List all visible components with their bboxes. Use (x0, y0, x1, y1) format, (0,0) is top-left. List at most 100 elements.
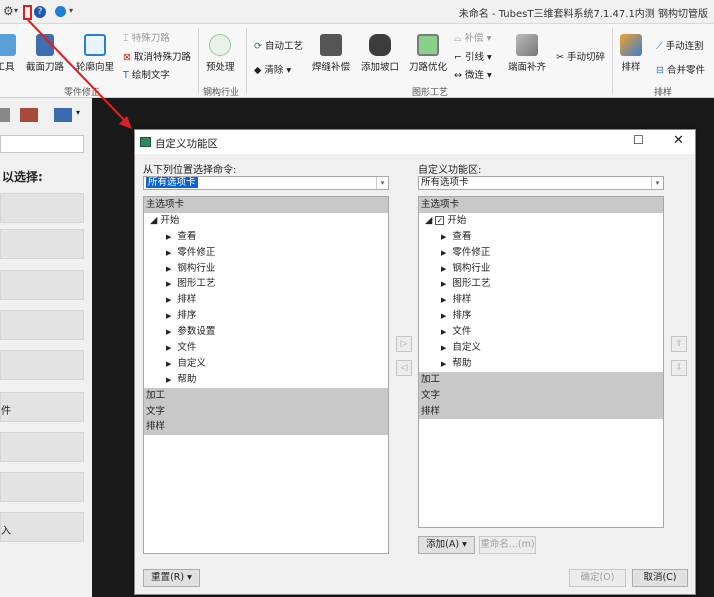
expand-icon[interactable]: ▶ (144, 376, 171, 384)
tree-header[interactable]: 排样 (419, 403, 663, 420)
tree-item[interactable]: ▶ 钢构行业 (144, 261, 388, 277)
nesting-button[interactable]: 排样 (620, 34, 642, 73)
left-command-tree[interactable]: 主选项卡 ◢ 开始 ▶ 查看 ▶ 零件修正 ▶ 钢构行业 ▶ 图形工艺 ▶ 排样 ▶ 排序 ▶ … (143, 196, 389, 554)
tree-item[interactable]: ▶ 自定义 (419, 340, 663, 356)
move-left-icon[interactable]: ◁ (396, 360, 412, 376)
compensate-button[interactable]: ⌓ 补偿 ▾ (454, 30, 491, 44)
tree-item[interactable]: ▶ 图形工艺 (419, 276, 663, 292)
maximize-icon[interactable]: ☐ (633, 133, 644, 147)
tree-item[interactable]: ▶ 文件 (419, 324, 663, 340)
path-optimize-button[interactable]: 刀路优化 (409, 34, 447, 73)
theme-dropdown-icon[interactable]: ▾ (69, 4, 73, 18)
brick-add-icon[interactable] (20, 108, 38, 122)
move-up-icon[interactable]: ⇧ (671, 336, 687, 352)
expand-icon[interactable]: ▶ (419, 328, 446, 336)
expand-icon[interactable]: ▶ (144, 296, 171, 304)
preprocess-button[interactable]: 预处理 (206, 34, 235, 73)
gear-icon[interactable]: ⚙ (3, 4, 14, 18)
theme-circle-icon[interactable] (55, 6, 66, 17)
collapse-icon[interactable]: ◢ (419, 215, 432, 226)
reset-button[interactable]: 重置(R) ▾ (143, 569, 200, 587)
tree-header[interactable]: 加工 (419, 371, 663, 388)
tree-header[interactable]: 文字 (144, 403, 388, 420)
cancel-special-path-button[interactable]: ⊠ 取消特殊刀路 (123, 49, 191, 63)
special-path-button[interactable]: ⌶ 特殊刀路 (123, 30, 170, 44)
left-panel-item[interactable] (0, 229, 84, 259)
tree-item[interactable]: ▶ 查看 (419, 229, 663, 245)
collapse-icon[interactable]: ◢ (144, 215, 157, 226)
expand-icon[interactable]: ▶ (419, 280, 446, 288)
clear-button[interactable]: ◆ 清除 ▾ (254, 62, 291, 76)
tree-item[interactable]: ▶ 参数设置 (144, 324, 388, 340)
tree-header[interactable]: 加工 (144, 387, 388, 404)
section-path-button[interactable]: 截面刀路 (26, 34, 64, 73)
left-source-combo[interactable]: 所有选项卡 ▾ (143, 176, 389, 190)
lead-line-button[interactable]: ⌐ 引线 ▾ (454, 49, 492, 63)
manual-bridge-button[interactable]: ⟋ 手动连割 (656, 38, 704, 52)
left-panel-item[interactable] (0, 472, 84, 502)
manual-cut-button[interactable]: ✂ 手动切碎 (556, 49, 605, 63)
chevron-down-icon[interactable]: ▾ (651, 177, 663, 189)
add-notch-button[interactable]: 添加坡口 (361, 34, 399, 73)
left-panel-item[interactable]: 件 (0, 392, 84, 422)
expand-icon[interactable]: ▶ (144, 233, 171, 241)
expand-icon[interactable]: ▶ (144, 360, 171, 368)
expand-icon[interactable]: ▶ (419, 265, 446, 273)
weld-compensate-button[interactable]: 焊缝补偿 (312, 34, 350, 73)
expand-icon[interactable]: ▶ (419, 233, 446, 241)
rename-button[interactable]: 重命名...(m) (479, 536, 536, 554)
chevron-down-icon[interactable]: ▾ (376, 177, 388, 189)
expand-icon[interactable]: ▶ (419, 360, 446, 368)
tree-item[interactable]: ▶ 帮助 (419, 356, 663, 372)
left-panel-item[interactable]: 入 (0, 512, 84, 542)
expand-icon[interactable]: ▶ (419, 344, 446, 352)
tree-item[interactable]: ▶ 图形工艺 (144, 276, 388, 292)
left-panel-item[interactable] (0, 310, 84, 340)
tree-header[interactable]: 文字 (419, 387, 663, 404)
help-icon[interactable]: ? (34, 6, 46, 18)
merge-parts-button[interactable]: ⊟ 合并零件 (656, 62, 705, 76)
tree-item[interactable]: ▶ 排样 (144, 292, 388, 308)
expand-icon[interactable]: ▶ (144, 344, 171, 352)
checkbox-icon[interactable]: ✓ (435, 215, 445, 225)
customize-dropdown-icon[interactable]: ▾ (14, 4, 18, 18)
close-icon[interactable]: ✕ (673, 133, 684, 148)
expand-icon[interactable]: ▶ (419, 249, 446, 257)
tree-item[interactable]: ▶ 零件修正 (144, 245, 388, 261)
micro-joint-button[interactable]: ↔ 微连 ▾ (454, 67, 492, 81)
tree-item[interactable]: ▶ 排样 (419, 292, 663, 308)
contour-inward-button[interactable]: 轮廓向里 (76, 34, 114, 73)
tree-item[interactable]: ▶ 文件 (144, 340, 388, 356)
tree-item[interactable]: ▶ 零件修正 (419, 245, 663, 261)
expand-icon[interactable]: ▶ (419, 312, 446, 320)
edit-list-icon[interactable] (54, 108, 72, 122)
dropdown-icon[interactable]: ▾ (76, 108, 80, 117)
cube-icon[interactable] (0, 108, 10, 122)
expand-icon[interactable]: ▶ (144, 312, 171, 320)
cancel-button[interactable]: 取消(C) (632, 569, 688, 587)
tree-root-item[interactable]: ◢ 开始 (144, 213, 388, 229)
left-panel-item[interactable] (0, 270, 84, 300)
left-search-field[interactable] (0, 135, 84, 153)
left-panel-item[interactable] (0, 432, 84, 462)
end-compensate-button[interactable]: 端面补齐 (508, 34, 546, 73)
left-panel-item[interactable] (0, 193, 84, 223)
right-ribbon-tree[interactable]: 主选项卡 ◢ ✓ 开始 ▶ 查看 ▶ 零件修正 ▶ 钢构行业 ▶ 图形工艺 ▶ 排样 ▶ 排序 ▶… (418, 196, 664, 528)
left-panel-item[interactable] (0, 350, 84, 380)
auto-process-button[interactable]: ⟳ 自动工艺 (254, 38, 303, 52)
tree-item[interactable]: ▶ 排序 (144, 308, 388, 324)
tree-item[interactable]: ▶ 查看 (144, 229, 388, 245)
tree-item[interactable]: ▶ 排序 (419, 308, 663, 324)
tool-button[interactable]: 工具 (0, 34, 16, 73)
expand-icon[interactable]: ▶ (144, 280, 171, 288)
add-button[interactable]: 添加(A) ▾ (418, 536, 475, 554)
expand-icon[interactable]: ▶ (144, 249, 171, 257)
ok-button[interactable]: 确定(O) (569, 569, 626, 587)
right-target-combo[interactable]: 所有选项卡 ▾ (418, 176, 664, 190)
move-right-icon[interactable]: ▷ (396, 336, 412, 352)
move-down-icon[interactable]: ⇩ (671, 360, 687, 376)
expand-icon[interactable]: ▶ (144, 265, 171, 273)
expand-icon[interactable]: ▶ (144, 328, 171, 336)
tree-item[interactable]: ▶ 钢构行业 (419, 261, 663, 277)
tree-root-item[interactable]: ◢ ✓ 开始 (419, 213, 663, 229)
